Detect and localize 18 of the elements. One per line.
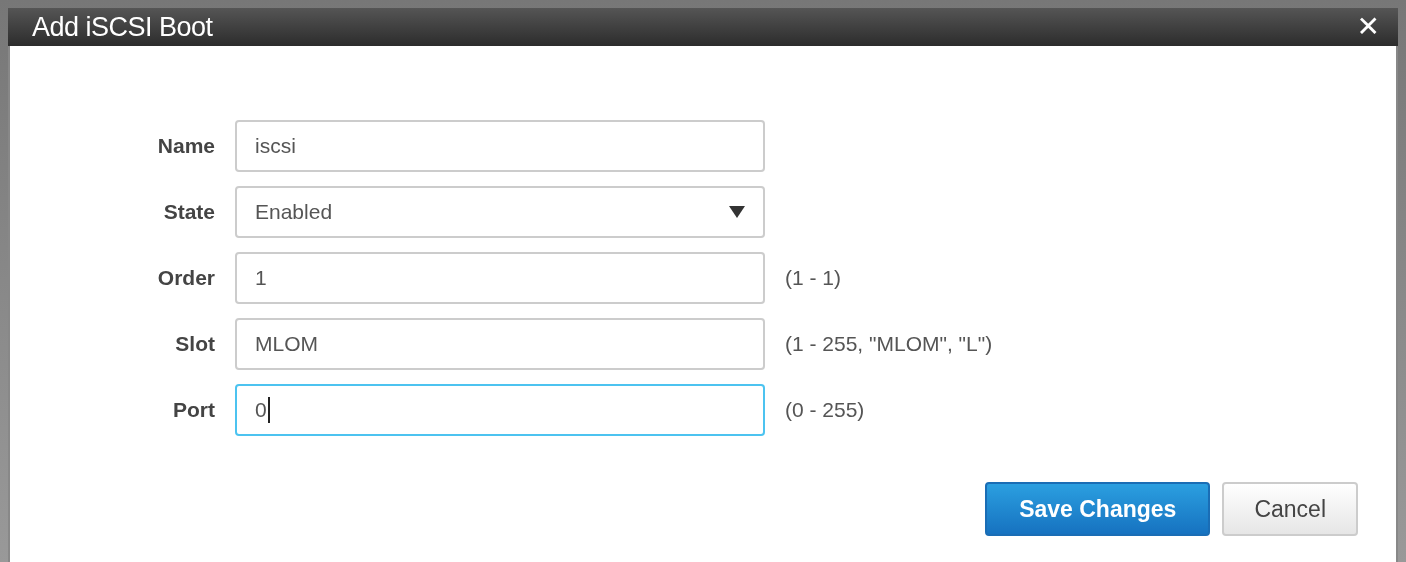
range-hint: (0 - 255) (785, 398, 865, 422)
range-hint: (1 - 255, "MLOM", "L") (785, 332, 993, 356)
window-title: Add iSCSI Boot (32, 11, 213, 43)
field-label: Order (156, 266, 216, 290)
input-field[interactable]: iscsi (235, 120, 765, 172)
cancel-button[interactable]: Cancel (1222, 482, 1358, 536)
close-button[interactable]: ✕ (1356, 13, 1380, 41)
save-button[interactable]: Save Changes (985, 482, 1211, 536)
input-field[interactable]: 0 (235, 384, 765, 436)
field-label: Name (156, 134, 216, 158)
field-label: Port (172, 398, 216, 422)
input-field[interactable]: MLOM (235, 318, 765, 370)
field-label: Slot (174, 332, 216, 356)
state-dropdown[interactable]: Enabled (235, 186, 765, 238)
range-hint: (1 - 1) (785, 266, 841, 290)
input-field[interactable]: 1 (235, 252, 765, 304)
field-label: State (162, 200, 216, 224)
caret-icon (729, 206, 745, 218)
